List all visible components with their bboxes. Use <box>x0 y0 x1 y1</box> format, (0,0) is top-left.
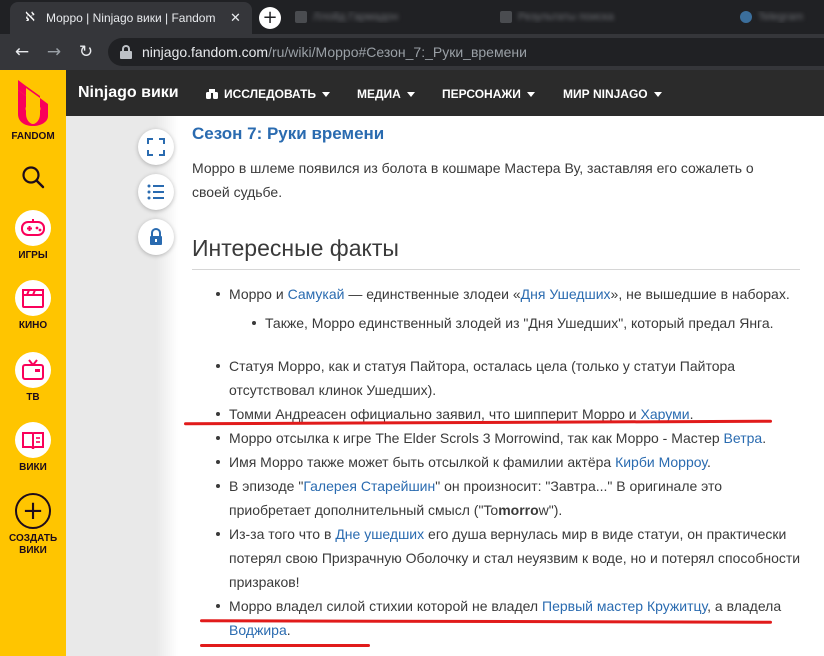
chevron-down-icon <box>526 91 535 97</box>
fandom-wordmark[interactable]: FANDOM <box>0 131 66 142</box>
fandom-favicon-icon: ℵ <box>25 10 35 25</box>
back-button[interactable]: ← <box>12 42 32 62</box>
list-item: Имя Морро также может быть отсылкой к фа… <box>214 450 806 474</box>
rail-item-create-wiki[interactable]: + СОЗДАТЬ ВИКИ <box>0 493 66 557</box>
list-item: Из-за того что в Дне ушедших его душа ве… <box>214 522 806 594</box>
browser-tab-bar: ℵ Моррo | Ninjago вики | Fandom ✕ + Ллой… <box>0 0 824 34</box>
tv-icon <box>22 359 44 380</box>
telegram-favicon-icon <box>740 11 752 23</box>
lock-icon[interactable] <box>120 45 132 59</box>
link-samukai[interactable]: Самукай <box>288 286 345 302</box>
article-content: Сезон 7: Руки времени Морро в шлеме появ… <box>178 116 824 656</box>
list-item: Морро отсылка к игре The Elder Scrols 3 … <box>214 426 806 450</box>
browser-tab-active[interactable]: ℵ Моррo | Ninjago вики | Fandom ✕ <box>10 2 252 34</box>
menu-media[interactable]: МЕДИА <box>357 87 415 101</box>
fandom-global-nav: FANDOM ИГРЫ КИНО ТВ ВИКИ + СОЗДАТЬ ВИКИ <box>0 70 66 656</box>
expand-page-button[interactable] <box>138 129 174 165</box>
list-icon <box>147 184 164 200</box>
menu-characters[interactable]: ПЕРСОНАЖИ <box>442 87 535 101</box>
new-tab-button[interactable]: + <box>259 7 281 29</box>
menu-explore[interactable]: ИССЛЕДОВАТЬ <box>206 87 331 101</box>
tab-title: Моррo | Ninjago вики | Fandom <box>46 11 216 25</box>
list-item: Также, Морро единственный злодей из "Дня… <box>250 311 806 335</box>
url-text: ninjago.fandom.com/ru/wiki/Морро#Сезон_7… <box>142 44 527 60</box>
list-item: В эпизоде "Галерея Старейшин" он произно… <box>214 474 806 522</box>
rail-item-tv[interactable]: ТВ <box>0 352 66 404</box>
browser-tab-inactive[interactable]: Результаты поиска <box>500 11 710 23</box>
link-gallery-of-elders[interactable]: Галерея Старейшин <box>303 478 435 494</box>
forward-button[interactable]: → <box>44 42 64 62</box>
list-item: Морро и Самукай — единственные злодеи «Д… <box>214 282 806 306</box>
expand-icon <box>147 138 165 156</box>
link-wind[interactable]: Ветра <box>724 430 763 446</box>
section-paragraph: Морро в шлеме появился из болота в кошма… <box>192 160 754 200</box>
menu-ninjago-world[interactable]: МИР NINJAGO <box>563 87 662 101</box>
facts-list: Морро и Самукай — единственные злодеи «Д… <box>214 282 806 642</box>
section-heading-facts: Интересные факты <box>192 235 399 261</box>
rail-item-games[interactable]: ИГРЫ <box>0 210 66 262</box>
address-bar[interactable]: ninjago.fandom.com/ru/wiki/Морро#Сезон_7… <box>108 38 824 66</box>
search-icon[interactable] <box>21 165 45 189</box>
page-protection-button[interactable] <box>138 219 174 255</box>
wiki-name[interactable]: Ninjago вики <box>78 84 179 102</box>
gamepad-icon <box>21 219 45 236</box>
list-item: Морро владел силой стихии которой не вла… <box>214 594 806 642</box>
chevron-down-icon <box>406 91 415 97</box>
fandom-logo-icon[interactable] <box>14 78 52 126</box>
chevron-down-icon <box>653 91 662 97</box>
browser-tab-inactive[interactable]: Telegram <box>740 11 824 23</box>
plus-icon: + <box>15 493 51 529</box>
table-of-contents-button[interactable] <box>138 174 174 210</box>
rail-item-wikis[interactable]: ВИКИ <box>0 422 66 474</box>
link-first-spinjitzu-master[interactable]: Первый мастер Кружитцу <box>542 598 707 614</box>
clapperboard-icon <box>22 289 44 308</box>
list-item: Статуя Морро, как и статуя Пайтора, оста… <box>214 354 806 402</box>
tab-favicon-icon <box>295 11 307 23</box>
link-kirby-morrow[interactable]: Кирби Морроу <box>615 454 707 470</box>
browser-toolbar: ← → ↻ ninjago.fandom.com/ru/wiki/Морро#С… <box>0 34 824 70</box>
heading-divider <box>192 269 800 270</box>
binoculars-icon <box>206 89 218 99</box>
reload-button[interactable]: ↻ <box>76 42 96 62</box>
link-day-of-departed-2[interactable]: Дне ушедших <box>335 526 424 542</box>
rail-item-movies[interactable]: КИНО <box>0 280 66 332</box>
wiki-header: Ninjago вики ИССЛЕДОВАТЬ МЕДИА ПЕРСОНАЖИ… <box>66 70 824 116</box>
book-icon <box>22 432 44 450</box>
close-tab-icon[interactable]: ✕ <box>230 11 241 26</box>
browser-tab-inactive[interactable]: Ллойд Гармадон <box>295 11 485 23</box>
chevron-down-icon <box>322 91 331 97</box>
red-underline-annotation <box>200 644 370 647</box>
tab-favicon-icon <box>500 11 512 23</box>
section-heading-season-7: Сезон 7: Руки времени <box>192 124 385 143</box>
lock-icon <box>150 228 162 245</box>
link-day-of-departed[interactable]: Дня Ушедших <box>521 286 611 302</box>
link-wojira[interactable]: Воджира <box>229 622 287 638</box>
